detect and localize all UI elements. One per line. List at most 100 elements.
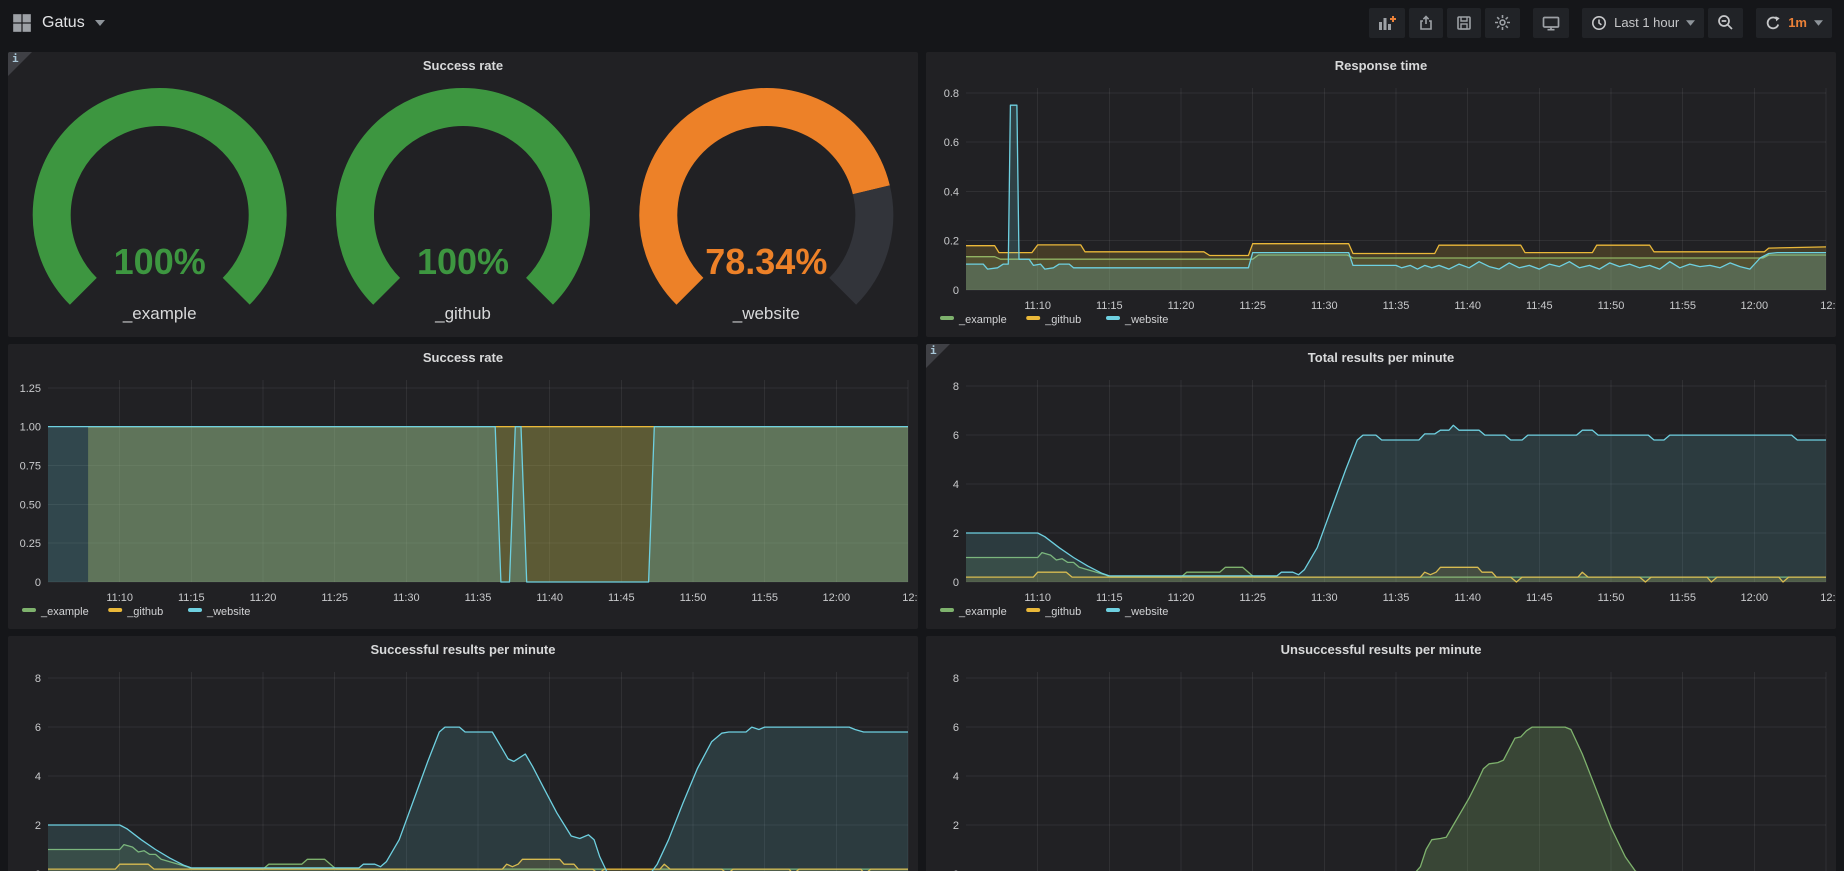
x-axis-tick: 11:20 bbox=[1168, 592, 1195, 604]
legend-item-_example[interactable]: _example bbox=[940, 314, 1007, 326]
x-axis-tick: 11:45 bbox=[608, 592, 635, 604]
y-axis-tick: 0.25 bbox=[20, 538, 41, 550]
legend-item-_github[interactable]: _github bbox=[108, 606, 163, 618]
chevron-down-icon[interactable] bbox=[95, 20, 105, 26]
x-axis-tick: 11:30 bbox=[1311, 592, 1338, 604]
x-axis-tick: 12:00 bbox=[823, 592, 851, 604]
legend-item-_github[interactable]: _github bbox=[1026, 314, 1081, 326]
x-axis-tick: 11:40 bbox=[1454, 592, 1481, 604]
x-axis-tick: 11:55 bbox=[751, 592, 778, 604]
x-axis-tick: 11:35 bbox=[1383, 300, 1410, 312]
legend-item-_example[interactable]: _example bbox=[940, 606, 1007, 618]
y-axis-tick: 6 bbox=[35, 722, 41, 734]
y-axis-tick: 6 bbox=[953, 722, 959, 734]
x-axis-tick: 11:55 bbox=[1669, 300, 1696, 312]
svg-text:_website: _website bbox=[1124, 606, 1168, 618]
share-icon bbox=[1418, 15, 1434, 31]
series-fill-_website bbox=[1181, 727, 1826, 871]
y-axis-tick: 0.50 bbox=[20, 499, 41, 511]
panel-title[interactable]: Success rate bbox=[8, 52, 918, 78]
unsuccessful-results-chart[interactable]: 0246811:1011:1511:2011:2511:3011:3511:40… bbox=[926, 662, 1836, 871]
legend-item-_website[interactable]: _website bbox=[1106, 606, 1168, 618]
y-axis-tick: 4 bbox=[35, 771, 41, 783]
y-axis-tick: 0.4 bbox=[944, 187, 959, 199]
x-axis-tick: 11:25 bbox=[321, 592, 348, 604]
panel-success-rate-graph: Success rate 00.250.500.751.001.2511:101… bbox=[8, 344, 918, 629]
zoom-out-icon bbox=[1717, 14, 1734, 31]
dashboard-grid-icon[interactable] bbox=[12, 13, 32, 33]
info-icon[interactable]: i bbox=[8, 52, 32, 76]
x-axis-tick: 11:10 bbox=[1024, 592, 1051, 604]
legend-item-_github[interactable]: _github bbox=[1026, 606, 1081, 618]
add-panel-icon bbox=[1378, 15, 1396, 31]
y-axis-tick: 0.75 bbox=[20, 461, 41, 473]
success-rate-gauges-chart: 100%_example100%_github78.34%_website bbox=[8, 78, 918, 337]
gauge-value: 100% bbox=[417, 241, 509, 282]
x-axis-tick: 11:50 bbox=[1598, 300, 1625, 312]
zoom-out-button[interactable] bbox=[1708, 8, 1743, 38]
x-axis-tick: 12:05 bbox=[1820, 592, 1836, 604]
add-panel-button[interactable] bbox=[1369, 8, 1405, 38]
y-axis-tick: 0.8 bbox=[944, 88, 959, 100]
chevron-down-icon bbox=[1814, 20, 1823, 26]
y-axis-tick: 0 bbox=[953, 285, 959, 297]
time-range-label: Last 1 hour bbox=[1614, 15, 1679, 30]
clock-icon bbox=[1591, 15, 1607, 31]
legend-item-_website[interactable]: _website bbox=[188, 606, 250, 618]
info-icon[interactable]: i bbox=[926, 344, 950, 368]
share-button[interactable] bbox=[1409, 8, 1443, 38]
panel-total-results: i Total results per minute 0246811:1011:… bbox=[926, 344, 1836, 629]
x-axis-tick: 11:35 bbox=[465, 592, 492, 604]
legend-item-_example[interactable]: _example bbox=[22, 606, 89, 618]
x-axis-tick: 11:40 bbox=[1454, 300, 1481, 312]
gauge-label: _github bbox=[434, 304, 491, 323]
panel-title[interactable]: Total results per minute bbox=[926, 344, 1836, 370]
save-button[interactable] bbox=[1447, 8, 1481, 38]
success-rate-graph-chart[interactable]: 00.250.500.751.001.2511:1011:1511:2011:2… bbox=[8, 370, 918, 629]
y-axis-tick: 0.2 bbox=[944, 236, 959, 248]
y-axis-tick: 2 bbox=[953, 528, 959, 540]
x-axis-tick: 11:45 bbox=[1526, 592, 1553, 604]
x-axis-tick: 11:15 bbox=[1096, 592, 1123, 604]
y-axis-tick: 2 bbox=[953, 820, 959, 832]
panel-title[interactable]: Unsuccessful results per minute bbox=[926, 636, 1836, 662]
svg-text:_github: _github bbox=[126, 606, 163, 618]
time-range-picker[interactable]: Last 1 hour bbox=[1582, 8, 1704, 38]
dashboard-grid: i Success rate 100% _example 100% _github 78… bbox=[0, 45, 1844, 871]
legend-item-_website[interactable]: _website bbox=[1106, 314, 1168, 326]
x-axis-tick: 12:00 bbox=[1741, 300, 1769, 312]
panel-title[interactable]: Successful results per minute bbox=[8, 636, 918, 662]
series-fill-_website bbox=[48, 727, 908, 871]
panel-title[interactable]: Success rate bbox=[8, 344, 918, 370]
x-axis-tick: 11:35 bbox=[1383, 592, 1410, 604]
save-icon bbox=[1456, 15, 1472, 31]
y-axis-tick: 1.00 bbox=[20, 422, 41, 434]
y-axis-tick: 4 bbox=[953, 771, 959, 783]
svg-text:_example: _example bbox=[958, 606, 1007, 618]
dashboard-title[interactable]: Gatus bbox=[42, 14, 85, 32]
x-axis-tick: 11:40 bbox=[536, 592, 563, 604]
x-axis-tick: 12:05 bbox=[902, 592, 918, 604]
refresh-interval-label: 1m bbox=[1788, 15, 1807, 30]
x-axis-tick: 11:20 bbox=[250, 592, 277, 604]
response-time-chart[interactable]: 00.20.40.60.811:1011:1511:2011:2511:3011… bbox=[926, 78, 1836, 337]
navbar: Gatus bbox=[0, 0, 1844, 45]
x-axis-tick: 11:45 bbox=[1526, 300, 1553, 312]
x-axis-tick: 12:00 bbox=[1741, 592, 1769, 604]
x-axis-tick: 11:25 bbox=[1239, 592, 1266, 604]
gauge-value: 78.34% bbox=[705, 241, 827, 282]
gauge-value: 100% bbox=[114, 241, 206, 282]
settings-button[interactable] bbox=[1485, 8, 1520, 38]
svg-text:_github: _github bbox=[1044, 606, 1081, 618]
panel-title[interactable]: Response time bbox=[926, 52, 1836, 78]
tv-mode-button[interactable] bbox=[1533, 8, 1569, 38]
total-results-chart[interactable]: 0246811:1011:1511:2011:2511:3011:3511:40… bbox=[926, 370, 1836, 629]
x-axis-tick: 11:10 bbox=[1024, 300, 1051, 312]
y-axis-tick: 0.6 bbox=[944, 137, 959, 149]
x-axis-tick: 11:50 bbox=[1598, 592, 1625, 604]
refresh-picker[interactable]: 1m bbox=[1756, 8, 1832, 38]
panel-success-rate-gauges: i Success rate 100%_example100%_github78… bbox=[8, 52, 918, 337]
x-axis-tick: 11:30 bbox=[1311, 300, 1338, 312]
svg-text:_example: _example bbox=[40, 606, 89, 618]
successful-results-chart[interactable]: 0246811:1011:1511:2011:2511:3011:3511:40… bbox=[8, 662, 918, 871]
